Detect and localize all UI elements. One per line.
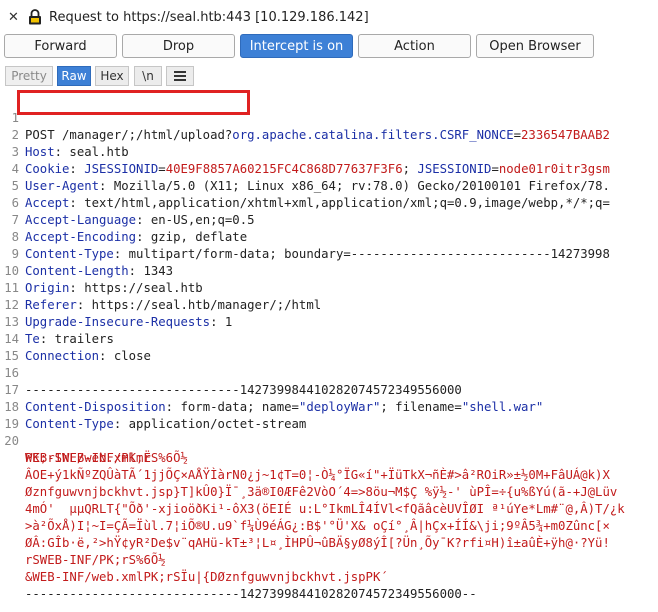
open-browser-button[interactable]: Open Browser [476,34,594,58]
request-line-17: 17 Content-Disposition: form-data; name=… [4,383,544,414]
tab-hex[interactable]: Hex [95,66,129,86]
request-line-14: 14 Connection: close [4,332,151,363]
request-line-wrap: WEB-INF/web.xmlmË [0,433,658,465]
request-line-wrap: 4mÓ' µµQRLT{"Õð'-xjioöðKi¹-ôX3(öEIÉ u:L°… [0,484,658,516]
close-icon[interactable]: ✕ [8,10,28,25]
request-line-16: 16 -----------------------------14273998… [4,366,462,397]
request-line-wrap: rSWEB-INF/PK;rS%6Õ½ [0,535,658,567]
forward-button[interactable]: Forward [4,34,117,58]
request-editor[interactable]: 1 POST /manager/;/html/upload?org.apache… [0,90,658,612]
request-line-1: 1 POST /manager/;/html/upload?org.apache… [11,111,610,142]
request-line-8: 8 Content-Type: multipart/form-data; bou… [11,230,610,261]
view-mode-bar: Pretty Raw Hex \n [0,66,658,88]
request-line-11: 11 Referer: https://seal.htb/manager/;/h… [4,281,322,312]
drop-button[interactable]: Drop [122,34,235,58]
request-line-9: 9 Content-Length: 1343 [11,247,174,278]
request-line-wrap: -----------------------------14273998441… [0,569,658,601]
request-line-13: 13 Te: trailers [4,315,114,346]
request-line-18: 18 Content-Type: application/octet-strea… [4,400,307,431]
intercept-toolbar: Forward Drop Intercept is on Action Open… [0,34,658,58]
request-line-4: 4 User-Agent: Mozilla/5.0 (X11; Linux x8… [11,162,610,193]
hamburger-menu-icon[interactable] [166,66,194,86]
request-line-15: 15 [4,349,19,363]
request-line-3: 3 Cookie: JSESSIONID=40E9F8857A60215FC4C… [11,145,610,176]
lock-icon [28,9,42,25]
tab-raw[interactable]: Raw [57,66,91,86]
request-line-5: 5 Accept: text/html,application/xhtml+xm… [11,179,610,210]
request-line-12: 12 Upgrade-Insecure-Requests: 1 [4,298,233,329]
request-line-wrap: Øznfguwvnjbckhvt.jsp}T]kÛ0}Ï¯¸3ä®I0ÆFê2V… [0,467,658,499]
newline-toggle-button[interactable]: \n [134,66,162,86]
request-line-10: 10 Origin: https://seal.htb [4,264,203,295]
request-line-19: 19 [4,417,19,431]
request-line-wrap: ÂOE+ý1kÑºZQÛàTÃ´1jjÕÇ×AÅŸÌàrN0¿j~1¢T=0¦-… [0,450,658,482]
request-line-20: 20 PK;rSWEB-INF/PK;rS%6Õ½ [4,434,188,465]
multipart-boundary-end: -----------------------------14273998441… [25,587,477,601]
intercept-toggle-button[interactable]: Intercept is on [240,34,353,58]
request-line-wrap: >à²ÕxÅ)I¦~I=ÇÃ=Ïùl.7¦iÕ®U.u9`f¼Ù9éÁG¿:B$… [0,501,658,533]
request-title: Request to https://seal.htb:443 [10.129.… [49,9,369,25]
action-button[interactable]: Action [358,34,471,58]
request-line-6: 6 Accept-Language: en-US,en;q=0.5 [11,196,255,227]
request-line-wrap: ØÂ:GÎb·ë,²>hŸ¢yR²De$v¨qAHü-kT±³¦L¤¸ÌHPÛ¬… [0,518,658,550]
request-line-7: 7 Accept-Encoding: gzip, deflate [11,213,248,244]
request-line-2: 2 Host: seal.htb [11,128,129,159]
request-line-wrap: &WEB-INF/web.xmlPK;rSÏu|{DØznfguwvnjbckh… [0,552,658,584]
window-titlebar: ✕ Request to https://seal.htb:443 [10.12… [0,0,658,34]
tab-pretty[interactable]: Pretty [5,66,53,86]
